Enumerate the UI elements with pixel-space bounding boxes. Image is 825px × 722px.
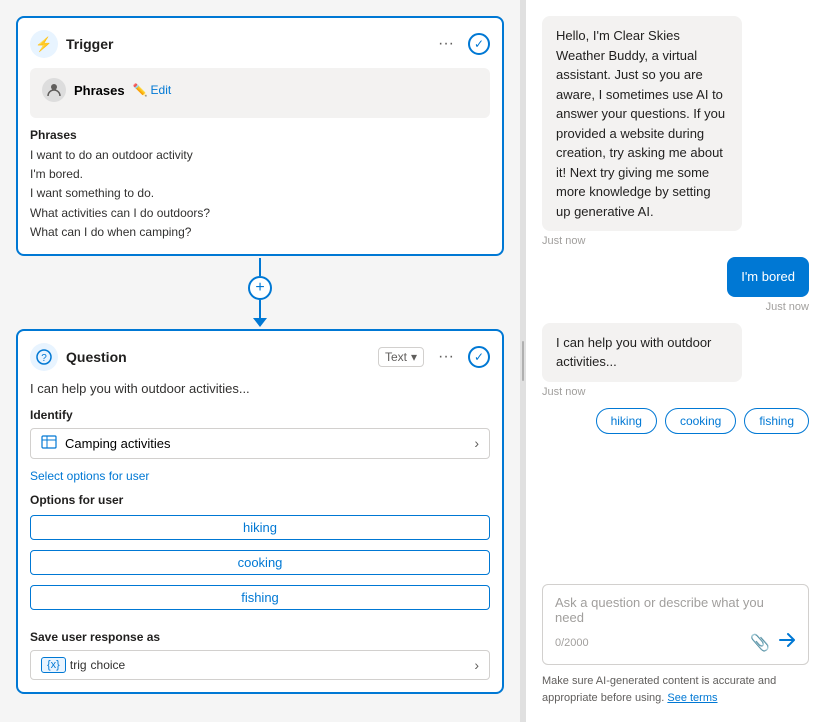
connector-line-bottom — [259, 300, 261, 318]
options-list: hiking cooking fishing — [30, 515, 490, 616]
connector-arrow-icon — [253, 318, 267, 327]
phrase-2: I'm bored. — [30, 165, 490, 184]
trigger-menu-button[interactable]: ··· — [432, 33, 460, 55]
connector: + — [16, 258, 504, 327]
add-step-button[interactable]: + — [248, 276, 272, 300]
bot-bubble-group-2: I can help you with outdoor activities..… — [542, 323, 809, 398]
var-badge: {x} — [41, 657, 66, 673]
trigger-menu: ··· ✓ — [432, 33, 490, 55]
trigger-icon: ⚡ — [30, 30, 58, 58]
chat-option-fishing[interactable]: fishing — [744, 408, 809, 434]
chat-time-1: Just now — [542, 235, 585, 247]
trigger-header-left: ⚡ Trigger — [30, 30, 113, 58]
identify-box[interactable]: Camping activities › — [30, 428, 490, 459]
phrase-3: I want something to do. — [30, 184, 490, 203]
edit-pencil-icon: ✏️ — [133, 83, 148, 97]
phrase-5: What can I do when camping? — [30, 223, 490, 242]
question-card-header: ? Question Text ▾ ··· ✓ — [30, 343, 490, 371]
chat-option-cooking[interactable]: cooking — [665, 408, 736, 434]
send-icon-button[interactable] — [778, 631, 796, 654]
identify-label: Identify — [30, 408, 490, 422]
save-response-box[interactable]: {x} trig choice › — [30, 650, 490, 680]
options-label: Options for user — [30, 493, 490, 507]
disclaimer: Make sure AI-generated content is accura… — [542, 673, 809, 706]
phrases-section: Phrases I want to do an outdoor activity… — [30, 128, 490, 242]
char-count: 0/2000 — [555, 637, 589, 649]
option-cooking[interactable]: cooking — [30, 550, 490, 575]
question-text-badge[interactable]: Text ▾ — [378, 347, 424, 367]
option-fishing[interactable]: fishing — [30, 585, 490, 610]
question-card: ? Question Text ▾ ··· ✓ I can help you w… — [16, 329, 504, 694]
connector-line-top — [259, 258, 261, 276]
chat-messages: Hello, I'm Clear Skies Weather Buddy, a … — [542, 16, 809, 572]
left-panel: ⚡ Trigger ··· ✓ Phrases — [0, 0, 520, 722]
save-response-label: Save user response as — [30, 630, 490, 644]
svg-text:?: ? — [41, 353, 47, 364]
question-menu-button[interactable]: ··· — [432, 346, 460, 368]
user-bubble-group-1: I'm bored Just now — [542, 257, 809, 313]
phrase-4: What activities can I do outdoors? — [30, 204, 490, 223]
trigger-card-header: ⚡ Trigger ··· ✓ — [30, 30, 490, 58]
phrases-label: Phrases — [30, 128, 490, 142]
phrase-1: I want to do an outdoor activity — [30, 146, 490, 165]
trigger-card: ⚡ Trigger ··· ✓ Phrases — [16, 16, 504, 256]
chat-time-2: Just now — [766, 301, 809, 313]
question-icon: ? — [30, 343, 58, 371]
var-choice: choice — [91, 658, 126, 672]
save-response-left: {x} trig choice — [41, 657, 125, 673]
user-message-1: I'm bored — [727, 257, 809, 297]
panel-divider — [520, 0, 526, 722]
identify-box-left: Camping activities — [41, 435, 171, 452]
question-check-icon: ✓ — [468, 346, 490, 368]
identify-chevron-icon: › — [474, 435, 479, 451]
trigger-check-icon: ✓ — [468, 33, 490, 55]
question-title: Question — [66, 349, 127, 365]
chat-option-hiking[interactable]: hiking — [596, 408, 657, 434]
attach-icon-button[interactable]: 📎 — [750, 633, 770, 653]
bot-message-2: I can help you with outdoor activities..… — [542, 323, 742, 382]
question-header-left: ? Question — [30, 343, 127, 371]
phrases-inner-box: Phrases ✏️ Edit — [30, 68, 490, 118]
chat-time-3: Just now — [542, 386, 585, 398]
right-panel: Hello, I'm Clear Skies Weather Buddy, a … — [526, 0, 825, 722]
question-menu: Text ▾ ··· ✓ — [378, 346, 490, 368]
chat-input-area: Ask a question or describe what you need… — [542, 584, 809, 665]
var-trig: trig — [70, 658, 87, 672]
option-hiking[interactable]: hiking — [30, 515, 490, 540]
phrases-user-icon — [42, 78, 66, 102]
bot-bubble-group-1: Hello, I'm Clear Skies Weather Buddy, a … — [542, 16, 809, 247]
select-options-link[interactable]: Select options for user — [30, 469, 490, 483]
phrases-inner-header: Phrases ✏️ Edit — [42, 78, 478, 102]
chat-options-row: hiking cooking fishing — [542, 408, 809, 434]
chat-input-footer: 0/2000 📎 — [555, 631, 796, 654]
chat-input-icons: 📎 — [750, 631, 796, 654]
bot-message-1: Hello, I'm Clear Skies Weather Buddy, a … — [542, 16, 742, 231]
table-icon — [41, 435, 57, 452]
question-message: I can help you with outdoor activities..… — [30, 381, 490, 396]
edit-phrases-link[interactable]: ✏️ Edit — [133, 83, 172, 97]
phrases-inner-title: Phrases — [74, 83, 125, 98]
chevron-down-icon: ▾ — [411, 350, 417, 364]
see-terms-link[interactable]: See terms — [667, 692, 717, 704]
save-response-chevron-icon: › — [474, 657, 479, 673]
var-x: {x} — [47, 659, 60, 671]
chat-input-placeholder: Ask a question or describe what you need — [555, 595, 796, 625]
trigger-title: Trigger — [66, 36, 113, 52]
